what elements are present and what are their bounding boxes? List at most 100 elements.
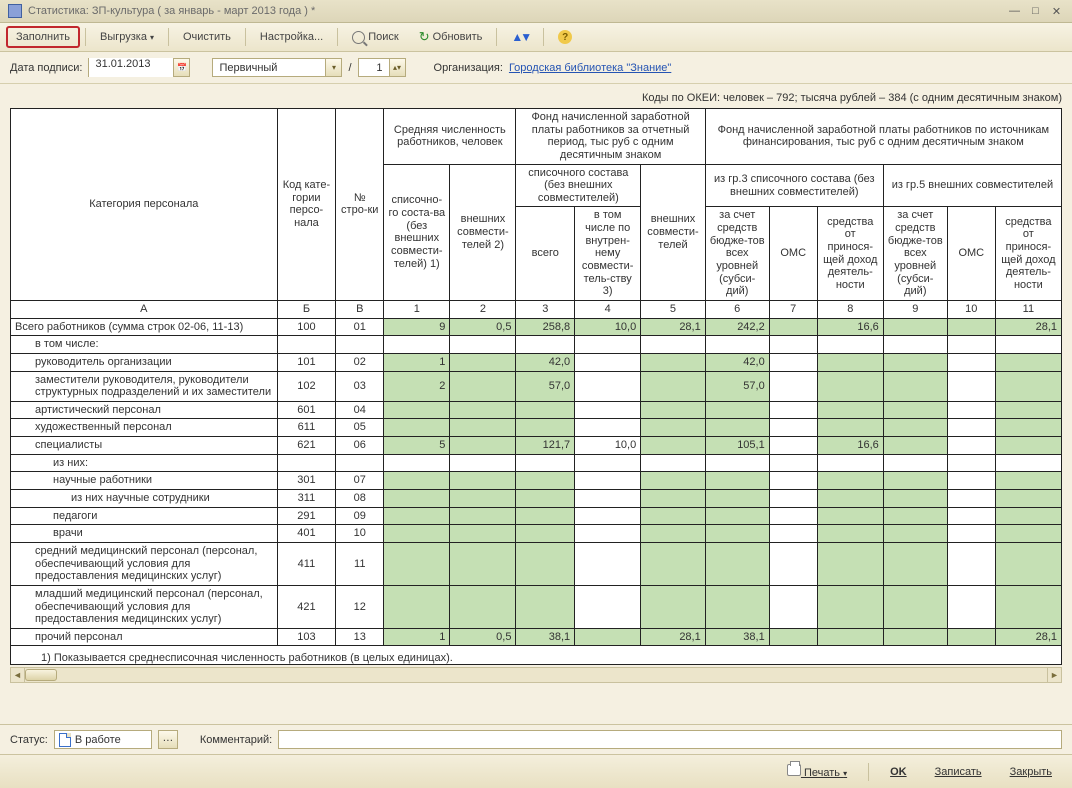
cell-value[interactable] (883, 507, 947, 525)
cell-value[interactable]: 10,0 (575, 437, 641, 455)
cell-value[interactable]: 0,5 (450, 628, 516, 646)
cell-value[interactable]: 57,0 (516, 371, 575, 401)
cell-rownum[interactable]: 10 (336, 525, 384, 543)
cell-value[interactable] (995, 336, 1061, 354)
cell-value[interactable] (817, 353, 883, 371)
cell-value[interactable] (995, 353, 1061, 371)
cell-value[interactable] (575, 507, 641, 525)
refresh-button[interactable]: ↻Обновить (410, 25, 492, 49)
cell-rownum[interactable]: 03 (336, 371, 384, 401)
cell-rownum[interactable]: 11 (336, 542, 384, 585)
sort-button[interactable]: ▲▼ (502, 26, 538, 48)
cell-value[interactable] (516, 472, 575, 490)
org-link[interactable]: Городская библиотека "Знание" (509, 62, 671, 74)
cell-value[interactable] (641, 401, 706, 419)
cell-value[interactable] (769, 507, 817, 525)
cell-rownum[interactable]: 04 (336, 401, 384, 419)
table-row[interactable]: из них научные сотрудники31108 (11, 490, 1062, 508)
cell-value[interactable] (450, 525, 516, 543)
cell-value[interactable] (769, 490, 817, 508)
cell-value[interactable] (575, 628, 641, 646)
table-row[interactable]: художественный персонал61105 (11, 419, 1062, 437)
cell-value[interactable] (641, 353, 706, 371)
cell-value[interactable] (516, 401, 575, 419)
cell-value[interactable] (817, 507, 883, 525)
cell-value[interactable] (769, 318, 817, 336)
doctype-combo[interactable]: Первичный ▾ (212, 58, 342, 77)
cell-value[interactable] (947, 628, 995, 646)
cell-value[interactable] (450, 454, 516, 472)
cell-code[interactable]: 301 (277, 472, 336, 490)
cell-value[interactable] (641, 437, 706, 455)
scroll-left-icon[interactable]: ◄ (11, 668, 25, 682)
cell-value[interactable] (947, 371, 995, 401)
cell-value[interactable] (947, 454, 995, 472)
cell-value[interactable] (769, 542, 817, 585)
cell-value[interactable] (450, 419, 516, 437)
cell-category[interactable]: в том числе: (11, 336, 278, 354)
cell-value[interactable]: 42,0 (705, 353, 769, 371)
cell-value[interactable] (641, 472, 706, 490)
cell-value[interactable] (705, 401, 769, 419)
cell-value[interactable] (641, 419, 706, 437)
cell-value[interactable] (450, 472, 516, 490)
date-input[interactable]: 31.01.2013 📅 (88, 58, 190, 77)
print-button[interactable]: Печать ▾ (777, 761, 857, 782)
table-row[interactable]: Всего работников (сумма строк 02-06, 11-… (11, 318, 1062, 336)
stepper-icon[interactable]: ▴▾ (389, 59, 405, 76)
cell-rownum[interactable]: 08 (336, 490, 384, 508)
cell-value[interactable]: 42,0 (516, 353, 575, 371)
cell-value[interactable] (384, 542, 450, 585)
cell-value[interactable] (705, 507, 769, 525)
cell-value[interactable] (516, 336, 575, 354)
cell-value[interactable]: 5 (384, 437, 450, 455)
cell-value[interactable] (641, 336, 706, 354)
cell-value[interactable] (641, 507, 706, 525)
table-row[interactable]: младший медицинский персонал (персонал, … (11, 585, 1062, 628)
cell-value[interactable] (883, 318, 947, 336)
calendar-icon[interactable]: 📅 (173, 59, 189, 76)
cell-value[interactable] (947, 542, 995, 585)
cell-value[interactable] (575, 419, 641, 437)
table-row[interactable]: специалисты621065121,710,0105,116,6 (11, 437, 1062, 455)
cell-category[interactable]: средний медицинский персонал (персонал, … (11, 542, 278, 585)
cell-code[interactable]: 421 (277, 585, 336, 628)
cancel-button[interactable]: Закрыть (1000, 763, 1062, 781)
cell-value[interactable] (769, 472, 817, 490)
cell-value[interactable] (995, 371, 1061, 401)
cell-value[interactable]: 0,5 (450, 318, 516, 336)
cell-value[interactable] (641, 490, 706, 508)
cell-value[interactable]: 28,1 (995, 318, 1061, 336)
cell-code[interactable]: 311 (277, 490, 336, 508)
cell-value[interactable] (450, 371, 516, 401)
cell-value[interactable]: 28,1 (641, 318, 706, 336)
cell-value[interactable] (384, 507, 450, 525)
cell-value[interactable] (575, 336, 641, 354)
cell-category[interactable]: врачи (11, 525, 278, 543)
cell-value[interactable] (947, 490, 995, 508)
cell-rownum[interactable]: 07 (336, 472, 384, 490)
cell-value[interactable] (817, 401, 883, 419)
cell-value[interactable]: 38,1 (516, 628, 575, 646)
cell-value[interactable] (817, 525, 883, 543)
table-body[interactable]: Всего работников (сумма строк 02-06, 11-… (11, 318, 1062, 646)
table-row[interactable]: в том числе: (11, 336, 1062, 354)
comment-input[interactable] (278, 730, 1062, 749)
cell-value[interactable] (641, 371, 706, 401)
cell-value[interactable] (995, 401, 1061, 419)
cell-value[interactable] (705, 472, 769, 490)
table-row[interactable]: средний медицинский персонал (персонал, … (11, 542, 1062, 585)
cell-category[interactable]: руководитель организации (11, 353, 278, 371)
cell-value[interactable]: 1 (384, 353, 450, 371)
cell-value[interactable] (705, 490, 769, 508)
cell-value[interactable] (384, 472, 450, 490)
cell-category[interactable]: художественный персонал (11, 419, 278, 437)
search-button[interactable]: Поиск (343, 27, 407, 48)
cell-value[interactable]: 38,1 (705, 628, 769, 646)
cell-value[interactable] (947, 353, 995, 371)
cell-rownum[interactable]: 05 (336, 419, 384, 437)
cell-value[interactable] (450, 542, 516, 585)
cell-value[interactable] (769, 585, 817, 628)
ok-button[interactable]: OK (880, 763, 917, 781)
cell-value[interactable] (450, 401, 516, 419)
